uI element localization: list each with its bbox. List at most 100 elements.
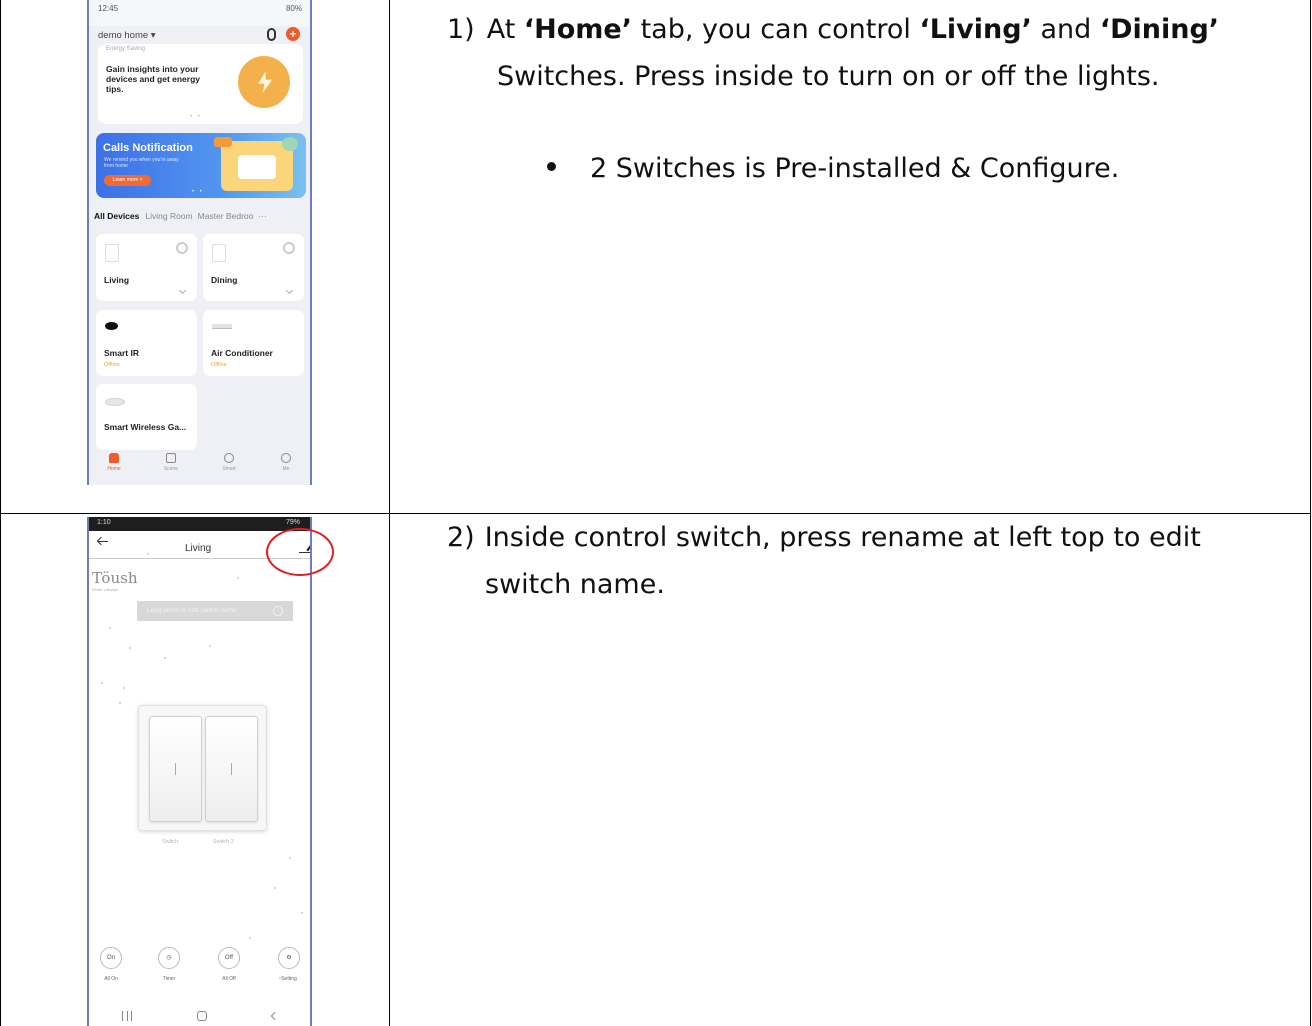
tab-living-room[interactable]: Living Room [145, 211, 192, 221]
switch-2-rocker[interactable] [205, 716, 258, 822]
step1-text-at: At [486, 14, 524, 45]
tab-all-devices[interactable]: All Devices [94, 211, 139, 221]
step2-text: Inside control switch, press rename at l… [484, 522, 1201, 553]
decor-dot [237, 577, 239, 579]
decor-dot [301, 912, 303, 914]
step2-number: 2) [447, 522, 475, 553]
decor-dot [274, 887, 276, 889]
status-time: 1:10 [97, 519, 111, 526]
power-icon[interactable] [176, 242, 188, 254]
step1-bullet: 2 Switches is Pre-installed & Configure. [547, 153, 1119, 184]
phone-screenshot-home: 12:45 80% demo home ▾ + Energy Saving Ga… [87, 0, 312, 485]
timer-icon: ◷ [158, 947, 180, 969]
device-card-smart-ir[interactable]: Smart IR Offline [96, 310, 197, 376]
nav-smart[interactable]: Smart [209, 453, 249, 472]
all-off-control[interactable]: Off All Off [209, 944, 249, 982]
switch-2-label[interactable]: Switch 2 [213, 839, 234, 845]
step1-line2: Switches. Press inside to turn on or off… [497, 61, 1160, 92]
device-name: Air Conditioner [211, 348, 273, 358]
decor-dot [147, 553, 149, 555]
energy-caption: Energy Saving [106, 46, 146, 52]
add-device-icon[interactable]: + [286, 27, 300, 41]
gear-icon: ⚙ [278, 947, 300, 969]
all-off-label: All Off [222, 976, 236, 982]
setting-control[interactable]: ⚙ Setting [269, 944, 309, 982]
step1-living: ‘Living’ [919, 14, 1032, 45]
switch-indicator [231, 763, 232, 775]
nav-scene[interactable]: Scene [151, 453, 191, 472]
device-card-living[interactable]: Living [96, 234, 197, 301]
system-back-icon[interactable] [270, 1011, 279, 1021]
device-name: Smart Wireless Ga... [104, 422, 187, 432]
bottom-tab-bar: Home Scene Smart Me [89, 453, 310, 485]
banner-illustration-bubble [282, 137, 298, 151]
hint-text: Long press to edit switch name [147, 607, 237, 614]
device-card-gateway[interactable]: Smart Wireless Ga... [96, 384, 197, 450]
step2-line1: 2) Inside control switch, press rename at… [447, 522, 1201, 553]
device-card-air-conditioner[interactable]: Air Conditioner Offline [203, 310, 304, 376]
device-title: Living [185, 543, 212, 554]
system-home-icon[interactable] [196, 1011, 207, 1021]
home-icon [109, 453, 119, 463]
energy-text: Gain insights into your devices and get … [106, 64, 201, 94]
microphone-icon[interactable] [267, 27, 276, 41]
rename-highlight-circle [266, 528, 334, 576]
step1-home: ‘Home’ [523, 14, 632, 45]
bullet-icon [547, 162, 556, 171]
recent-apps-icon[interactable] [121, 1011, 132, 1021]
control-bar: On All On ◷ Timer Off All Off ⚙ Setting [89, 944, 310, 999]
power-icon[interactable] [283, 242, 295, 254]
nav-scene-label: Scene [163, 466, 179, 472]
battery-level: 80% [285, 4, 302, 13]
all-on-icon: On [100, 947, 122, 969]
smart-icon [224, 453, 234, 463]
battery-level: 79% [285, 519, 300, 526]
nav-home-label: Home [107, 466, 121, 472]
timer-control[interactable]: ◷ Timer [149, 944, 189, 982]
all-on-control[interactable]: On All On [91, 944, 131, 982]
switch-icon [212, 244, 226, 262]
banner-title: Calls Notification [103, 142, 193, 154]
learn-more-button[interactable]: Learn more > [104, 175, 151, 186]
chevron-down-icon[interactable] [178, 286, 187, 295]
timer-label: Timer [162, 976, 176, 982]
banner-subtitle: We remind you when you're away from home [104, 157, 179, 169]
home-selector[interactable]: demo home ▾ [98, 30, 156, 41]
table-row-divider [0, 513, 1311, 514]
device-card-dining[interactable]: Dining [203, 234, 304, 301]
step1-dining: ‘Dining’ [1099, 14, 1220, 45]
switch-1-label[interactable]: Switch [162, 839, 178, 845]
tab-master-bedroom[interactable]: Master Bedroo [198, 211, 254, 221]
decor-dot [164, 657, 166, 659]
rename-hint-banner: Long press to edit switch name [137, 601, 293, 621]
status-bar: 12:45 80% [89, 0, 310, 26]
decor-dot [101, 682, 103, 684]
switch-1-rocker[interactable] [149, 716, 202, 822]
banner-illustration-card [238, 155, 276, 179]
gateway-icon [105, 398, 125, 406]
tabs-more-icon[interactable]: ··· [258, 211, 267, 221]
all-on-label: All On [104, 976, 118, 982]
step1-bullet-text: 2 Switches is Pre-installed & Configure. [590, 153, 1120, 184]
chevron-down-icon[interactable] [285, 286, 294, 295]
device-status: Offline [211, 362, 227, 368]
decor-dot [289, 857, 291, 859]
switch-icon [105, 244, 119, 262]
close-icon[interactable] [273, 606, 283, 616]
profile-icon [281, 453, 291, 463]
setting-label: Setting [281, 976, 297, 982]
nav-me-label: Me [282, 466, 290, 472]
carousel-dots: • • [190, 114, 202, 120]
back-arrow-icon[interactable] [98, 541, 108, 542]
status-bar: 1:10 79% [89, 517, 310, 531]
decor-dot [119, 702, 121, 704]
decor-dot [109, 627, 111, 629]
nav-me[interactable]: Me [266, 453, 306, 472]
step1-text-tab: tab, you can control [632, 14, 920, 45]
decor-dot [123, 687, 125, 689]
device-name: Dining [211, 275, 238, 285]
phone-screenshot-switch: 1:10 79% Living Töush Smart Lifestyle Lo… [87, 517, 312, 1026]
nav-home[interactable]: Home [94, 453, 134, 472]
switch-indicator [175, 763, 176, 775]
energy-saving-card[interactable]: Energy Saving Gain insights into your de… [98, 44, 303, 124]
